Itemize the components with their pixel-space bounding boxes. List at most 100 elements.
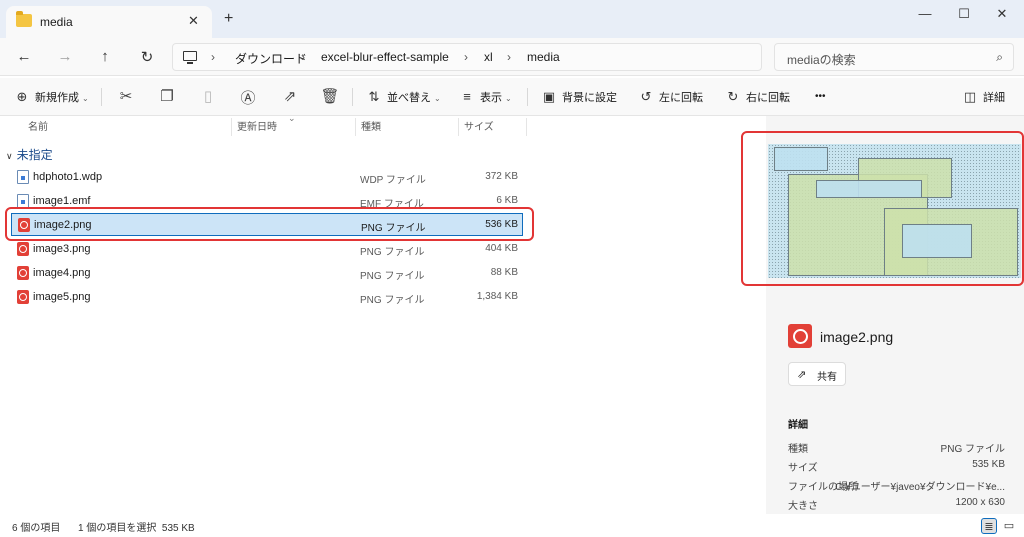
breadcrumb-separator-icon: › <box>464 50 468 64</box>
png-icon <box>17 242 29 256</box>
view-label: 表示 <box>480 92 502 104</box>
address-bar[interactable]: › ダウンロード › excel-blur-effect-sample › xl… <box>172 43 762 71</box>
details-pane-button[interactable]: ◫ 詳細 <box>962 89 1005 105</box>
file-row[interactable]: image4.png PNG ファイル 88 KB <box>10 262 522 284</box>
share-button[interactable]: ⇗ 共有 <box>788 362 846 386</box>
more-options-button[interactable]: ••• <box>815 91 826 102</box>
forward-arrow-icon[interactable]: → <box>55 48 75 65</box>
folder-icon <box>16 11 32 27</box>
file-type: PNG ファイル <box>360 295 425 306</box>
tab-media[interactable]: media ✕ <box>6 6 212 38</box>
file-name: image4.png <box>33 267 91 279</box>
file-type: PNG ファイル <box>360 271 425 282</box>
close-window-button[interactable]: ✕ <box>992 6 1012 22</box>
sort-label: 並べ替え <box>387 92 431 104</box>
share-icon[interactable]: ⇗ <box>280 87 300 105</box>
file-name: image5.png <box>33 291 91 303</box>
up-arrow-icon[interactable]: ↑ <box>95 48 115 65</box>
png-icon <box>17 266 29 280</box>
selection-highlight-annotation <box>5 207 534 241</box>
back-arrow-icon[interactable]: ← <box>14 48 34 65</box>
chevron-down-icon: ⌄ <box>434 94 441 103</box>
column-header-modified[interactable]: 更新日時 <box>237 118 277 138</box>
breadcrumb-separator-icon: › <box>507 50 511 64</box>
new-button[interactable]: ⊕ 新規作成 ⌄ <box>14 89 89 105</box>
divider <box>101 88 102 106</box>
file-size: 372 KB <box>485 171 518 182</box>
file-row[interactable]: image5.png PNG ファイル 1,384 KB <box>10 286 522 308</box>
column-divider[interactable] <box>526 118 527 136</box>
minimize-button[interactable]: — <box>915 6 935 21</box>
plus-circle-icon: ⊕ <box>16 89 28 104</box>
search-placeholder: mediaの検索 <box>787 53 856 67</box>
status-selection: 1 個の項目を選択 535 KB <box>78 523 195 534</box>
paste-icon[interactable]: ▯ <box>198 87 218 105</box>
file-row[interactable]: image3.png PNG ファイル 404 KB <box>10 238 522 260</box>
breadcrumb-downloads[interactable]: ダウンロード <box>235 50 307 67</box>
delete-icon[interactable]: 🗑 <box>320 87 340 105</box>
breadcrumb-xl[interactable]: xl <box>484 50 493 64</box>
rename-icon[interactable]: Ⓐ <box>238 87 258 108</box>
rotate-right-label: 右に回転 <box>746 92 790 104</box>
divider <box>527 88 528 106</box>
search-input[interactable]: mediaの検索 ⌕ <box>774 43 1014 71</box>
set-background-label: 背景に設定 <box>562 92 617 104</box>
column-header-type[interactable]: 種類 <box>361 118 381 138</box>
group-header[interactable]: ∨ 未指定 <box>6 146 53 163</box>
detail-key: 大きさ <box>788 501 818 512</box>
details-pane-icon: ◫ <box>963 89 977 104</box>
breadcrumb-separator-icon: › <box>211 50 215 64</box>
file-row[interactable]: hdphoto1.wdp WDP ファイル 372 KB <box>10 166 522 188</box>
breadcrumb-excel-blur-effect-sample[interactable]: excel-blur-effect-sample <box>321 50 449 64</box>
detail-value: 535 KB <box>972 459 1005 470</box>
tiles-view-icon[interactable]: ▭ <box>1001 518 1017 534</box>
preview-file-name: image2.png <box>820 329 894 345</box>
detail-value: PNG ファイル <box>940 444 1005 455</box>
share-icon: ⇗ <box>797 369 807 381</box>
file-size: 88 KB <box>490 267 518 278</box>
tab-title: media <box>40 15 73 29</box>
preview-highlight-annotation <box>741 131 1024 286</box>
details-heading: 詳細 <box>788 420 808 431</box>
file-size: 404 KB <box>485 243 518 254</box>
breadcrumb-media[interactable]: media <box>527 50 560 64</box>
divider <box>352 88 353 106</box>
breadcrumb-separator-icon: › <box>301 50 305 64</box>
file-size: 6 KB <box>496 195 518 206</box>
title-bar: media ✕ + — ☐ ✕ <box>0 0 1024 38</box>
chevron-down-icon: ⌄ <box>82 94 89 103</box>
rotate-right-button[interactable]: ↻ 右に回転 <box>725 89 790 105</box>
detail-value: 1200 x 630 <box>955 497 1006 508</box>
view-icon: ≡ <box>463 89 471 104</box>
sort-button[interactable]: ⇅ 並べ替え ⌄ <box>366 89 441 105</box>
rotate-left-label: 左に回転 <box>659 92 703 104</box>
status-item-count: 6 個の項目 <box>12 523 61 534</box>
chevron-down-icon: ∨ <box>6 151 13 161</box>
column-divider[interactable] <box>231 118 232 136</box>
set-background-button[interactable]: ▣ 背景に設定 <box>541 89 617 105</box>
detail-key: サイズ <box>788 463 818 474</box>
column-header-size[interactable]: サイズ <box>464 118 494 138</box>
detail-key: 種類 <box>788 444 808 455</box>
column-divider[interactable] <box>458 118 459 136</box>
tab-close-icon[interactable]: ✕ <box>188 13 199 29</box>
file-name: hdphoto1.wdp <box>33 171 103 183</box>
group-label: 未指定 <box>16 148 53 162</box>
file-size: 1,384 KB <box>476 291 518 302</box>
cut-icon[interactable]: ✂ <box>116 87 136 105</box>
refresh-icon[interactable]: ↻ <box>137 48 157 66</box>
column-divider[interactable] <box>355 118 356 136</box>
document-icon <box>17 194 29 208</box>
maximize-button[interactable]: ☐ <box>954 6 974 22</box>
view-button[interactable]: ≡ 表示 ⌄ <box>459 89 512 105</box>
document-icon <box>17 170 29 184</box>
column-header-name[interactable]: 名前 <box>28 118 48 138</box>
copy-icon[interactable]: ❐ <box>157 87 177 105</box>
file-name: image1.emf <box>33 195 91 207</box>
rotate-left-icon: ↺ <box>640 89 652 104</box>
new-tab-button[interactable]: + <box>224 10 233 28</box>
new-label: 新規作成 <box>35 92 79 104</box>
chevron-down-icon: ⌄ <box>505 94 512 103</box>
rotate-left-button[interactable]: ↺ 左に回転 <box>638 89 703 105</box>
details-view-icon[interactable]: ≣ <box>981 518 997 534</box>
